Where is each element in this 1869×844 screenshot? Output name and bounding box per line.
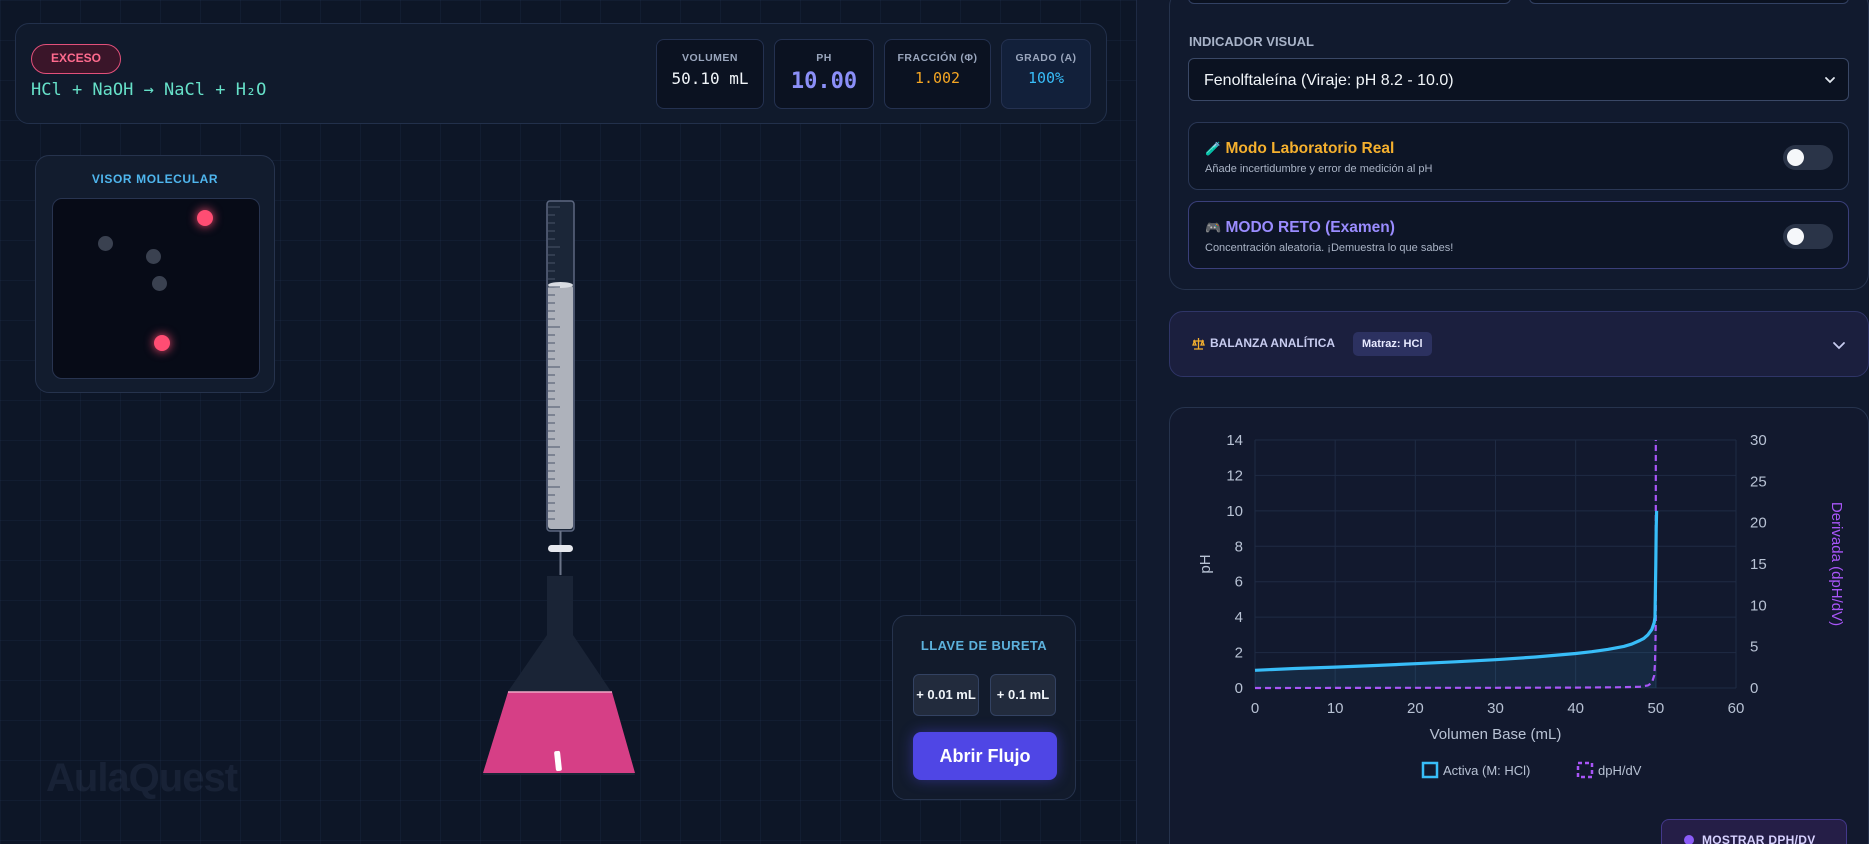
visor-title: VISOR MOLECULAR [91, 172, 219, 186]
x-axis-title: Volumen Base (mL) [1430, 726, 1562, 743]
volume-input-stub[interactable] [1529, 0, 1849, 4]
y-tick-label: 0 [1235, 680, 1243, 697]
add-0.01-ml-button[interactable]: + 0.01 mL [913, 674, 979, 716]
y2-tick-label: 30 [1750, 432, 1767, 449]
indicator-select[interactable]: Fenolftaleína (Viraje: pH 8.2 - 10.0) [1188, 58, 1849, 101]
x-tick-label: 40 [1567, 700, 1584, 717]
status-badge: EXCESO [31, 44, 122, 74]
stat-label: GRADO (Α) [1015, 52, 1077, 64]
y-tick-label: 8 [1235, 538, 1243, 555]
status-dot-icon [1684, 835, 1694, 844]
challenge-mode-toggle[interactable] [1783, 224, 1833, 249]
y-axis-title: pH [1197, 554, 1214, 573]
x-tick-label: 50 [1647, 700, 1664, 717]
legend-swatch [1421, 761, 1439, 779]
show-derivative-label: MOSTRAR DPH/DV [1702, 833, 1816, 844]
lab-mode-subtitle: Añade incertidumbre y error de medición … [1205, 163, 1433, 175]
y2-tick-label: 5 [1750, 639, 1758, 656]
stat-value: 100% [1027, 69, 1065, 87]
y-tick-label: 4 [1235, 609, 1243, 626]
y2-axis-title: Derivada (dpH/dV) [1828, 502, 1845, 626]
stat-label: PH [816, 52, 832, 64]
h-ion-particle [154, 335, 170, 351]
water-particle [152, 276, 167, 291]
water-particle [98, 236, 113, 251]
challenge-mode-card: 🎮 MODO RETO (Examen) Concentración aleat… [1188, 201, 1849, 269]
x-tick-label: 0 [1251, 700, 1259, 717]
x-tick-label: 30 [1487, 700, 1504, 717]
indicator-label: INDICADOR VISUAL [1189, 34, 1314, 49]
balance-title: BALANZA ANALÍTICA [1210, 336, 1336, 350]
gamepad-icon: 🎮 [1205, 220, 1222, 235]
y-tick-label: 2 [1235, 645, 1243, 662]
stat-value: 50.10 mL [671, 69, 749, 88]
stopcock-handle[interactable] [548, 545, 573, 552]
y-tick-label: 12 [1226, 467, 1243, 484]
erlenmeyer-flask [483, 576, 635, 775]
challenge-mode-title: 🎮 MODO RETO (Examen) [1205, 219, 1395, 237]
chevron-down-icon[interactable] [1832, 339, 1846, 351]
test-tube-icon: 🧪 [1205, 141, 1222, 156]
lab-mode-title: 🧪 Modo Laboratorio Real [1205, 140, 1394, 158]
titration-chart-card: 0 2 4 6 8 10 12 14 0 5 10 15 20 25 30 0 10 20 30 40 50 60 Volu… [1169, 407, 1869, 844]
stat-grado: GRADO (Α) 100% [1001, 39, 1091, 109]
open-flow-button[interactable]: Abrir Flujo [913, 732, 1057, 780]
toggle-knob [1787, 149, 1804, 166]
y-tick-label: 10 [1226, 503, 1243, 520]
llave-title: LLAVE DE BURETA [920, 638, 1048, 653]
indicator-selected-value: Fenolftaleína (Viraje: pH 8.2 - 10.0) [1204, 72, 1454, 89]
titration-apparatus [483, 200, 635, 775]
molecular-viewer: VISOR MOLECULAR [35, 155, 275, 393]
scale-icon [1192, 338, 1205, 350]
lab-mode-label: Modo Laboratorio Real [1225, 140, 1395, 157]
y2-tick-label: 20 [1750, 515, 1767, 532]
x-tick-label: 60 [1728, 700, 1745, 717]
stat-ph: PH 10.00 [774, 39, 874, 109]
lab-mode-card: 🧪 Modo Laboratorio Real Añade incertidum… [1188, 122, 1849, 190]
stat-label: FRACCIÓN (Φ) [897, 52, 978, 64]
show-derivative-button[interactable]: MOSTRAR DPH/DV [1661, 819, 1847, 844]
challenge-mode-subtitle: Concentración aleatoria. ¡Demuestra lo q… [1205, 242, 1454, 254]
burette [546, 200, 575, 575]
x-tick-label: 10 [1327, 700, 1344, 717]
x-tick-label: 20 [1407, 700, 1424, 717]
stat-volumen: VOLUMEN 50.10 mL [656, 39, 764, 109]
chevron-down-icon [1825, 77, 1835, 84]
titration-curve-chart: 0 2 4 6 8 10 12 14 0 5 10 15 20 25 30 0 10 20 30 40 50 60 Volu… [1197, 432, 1845, 779]
analytical-balance-panel[interactable]: BALANZA ANALÍTICA Matraz: HCl [1169, 311, 1869, 377]
legend-swatch [1576, 761, 1594, 779]
concentration-input-stub[interactable] [1188, 0, 1511, 4]
y2-tick-label: 0 [1750, 680, 1758, 697]
water-particle [146, 249, 161, 264]
y2-tick-label: 15 [1750, 556, 1767, 573]
stat-value: 10.00 [790, 69, 858, 94]
h-ion-particle [197, 210, 213, 226]
stat-label: VOLUMEN [682, 52, 738, 64]
y2-tick-label: 10 [1750, 597, 1767, 614]
lab-mode-toggle[interactable] [1783, 145, 1833, 170]
challenge-mode-label: MODO RETO (Examen) [1225, 219, 1395, 236]
burette-valve-panel: LLAVE DE BURETA + 0.01 mL + 0.1 mL Abrir… [892, 615, 1076, 800]
ph-curve-line [1254, 510, 1659, 672]
y2-tick-label: 25 [1750, 473, 1767, 490]
stat-value: 1.002 [914, 69, 961, 87]
control-sidebar: INDICADOR VISUAL Fenolftaleína (Viraje: … [1137, 0, 1869, 844]
reaction-status-panel: EXCESO HCl + NaOH → NaCl + H₂O VOLUMEN 5… [15, 23, 1107, 124]
y-tick-label: 14 [1226, 432, 1243, 449]
y-tick-label: 6 [1235, 574, 1243, 591]
add-0.1-ml-button[interactable]: + 0.1 mL [990, 674, 1056, 716]
legend-label: Activa (M: HCl) [1443, 763, 1530, 778]
matraz-badge: Matraz: HCl [1353, 332, 1432, 356]
lab-workspace: EXCESO HCl + NaOH → NaCl + H₂O VOLUMEN 5… [0, 0, 1136, 844]
reaction-equation: HCl + NaOH → NaCl + H₂O [31, 80, 267, 100]
toggle-knob [1787, 228, 1804, 245]
stat-fraccion: FRACCIÓN (Φ) 1.002 [884, 39, 991, 109]
watermark-logo: AulaQuest [46, 756, 238, 800]
visor-screen [52, 198, 260, 379]
legend-label: dpH/dV [1598, 763, 1642, 778]
